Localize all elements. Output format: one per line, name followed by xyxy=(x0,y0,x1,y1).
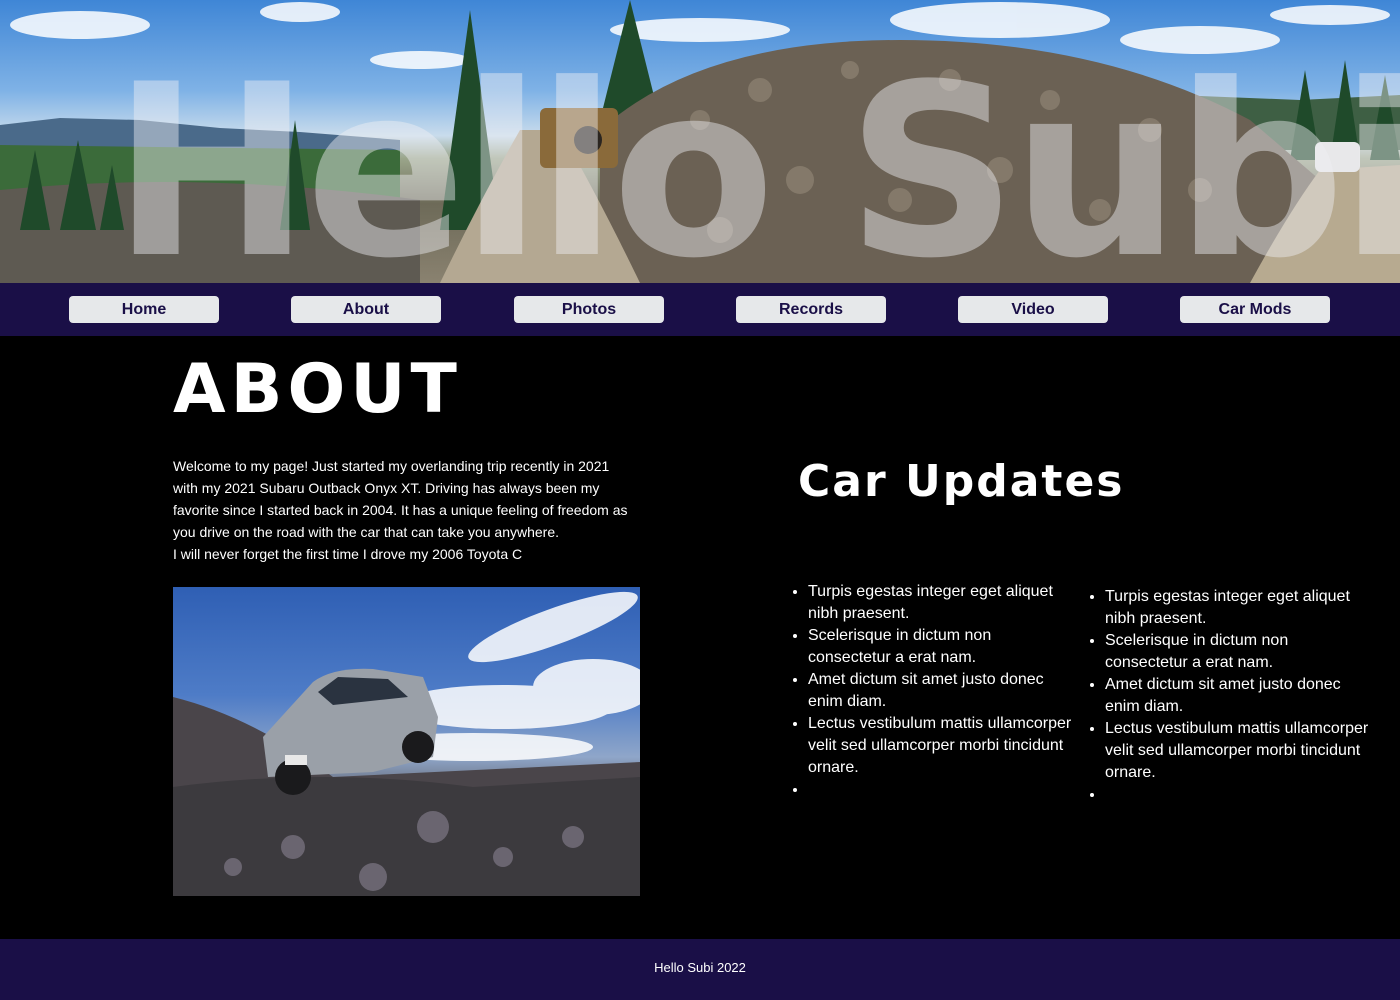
nav-home-button[interactable]: Home xyxy=(69,296,219,323)
hero-banner: Hello Subi xyxy=(0,0,1400,283)
about-intro-text: Welcome to my page! Just started my over… xyxy=(173,455,633,565)
list-item xyxy=(808,779,1076,801)
list-item: Lectus vestibulum mattis ullamcorper vel… xyxy=(1105,718,1373,784)
list-item: Scelerisque in dictum non consectetur a … xyxy=(1105,630,1373,674)
list-item: Amet dictum sit amet justo donec enim di… xyxy=(1105,674,1373,718)
nav-video-button[interactable]: Video xyxy=(958,296,1108,323)
list-item: Lectus vestibulum mattis ullamcorper vel… xyxy=(808,713,1076,779)
about-paragraph: I will never forget the first time I dro… xyxy=(173,546,523,562)
hero-title: Hello Subi xyxy=(112,34,1400,284)
subaru-photo xyxy=(173,587,640,896)
list-item: Turpis egestas integer eget aliquet nibh… xyxy=(1105,586,1373,630)
list-item: Turpis egestas integer eget aliquet nibh… xyxy=(808,581,1076,625)
subaru-photo-image xyxy=(173,591,640,896)
main-nav: Home About Photos Records Video Car Mods xyxy=(0,283,1400,336)
nav-about-button[interactable]: About xyxy=(291,296,441,323)
list-item: Scelerisque in dictum non consectetur a … xyxy=(808,625,1076,669)
about-paragraph: Welcome to my page! Just started my over… xyxy=(173,458,628,540)
nav-records-button[interactable]: Records xyxy=(736,296,886,323)
nav-photos-button[interactable]: Photos xyxy=(514,296,664,323)
car-updates-heading: Car Updates xyxy=(798,456,1125,507)
nav-car-mods-button[interactable]: Car Mods xyxy=(1180,296,1330,323)
list-item: Amet dictum sit amet justo donec enim di… xyxy=(808,669,1076,713)
list-item xyxy=(1105,784,1373,806)
car-updates-list-left: Turpis egestas integer eget aliquet nibh… xyxy=(773,581,1076,801)
footer: Hello Subi 2022 xyxy=(0,939,1400,1000)
about-heading: ABOUT xyxy=(173,350,462,429)
footer-text: Hello Subi 2022 xyxy=(654,960,746,975)
car-updates-list-right: Turpis egestas integer eget aliquet nibh… xyxy=(1070,586,1373,806)
